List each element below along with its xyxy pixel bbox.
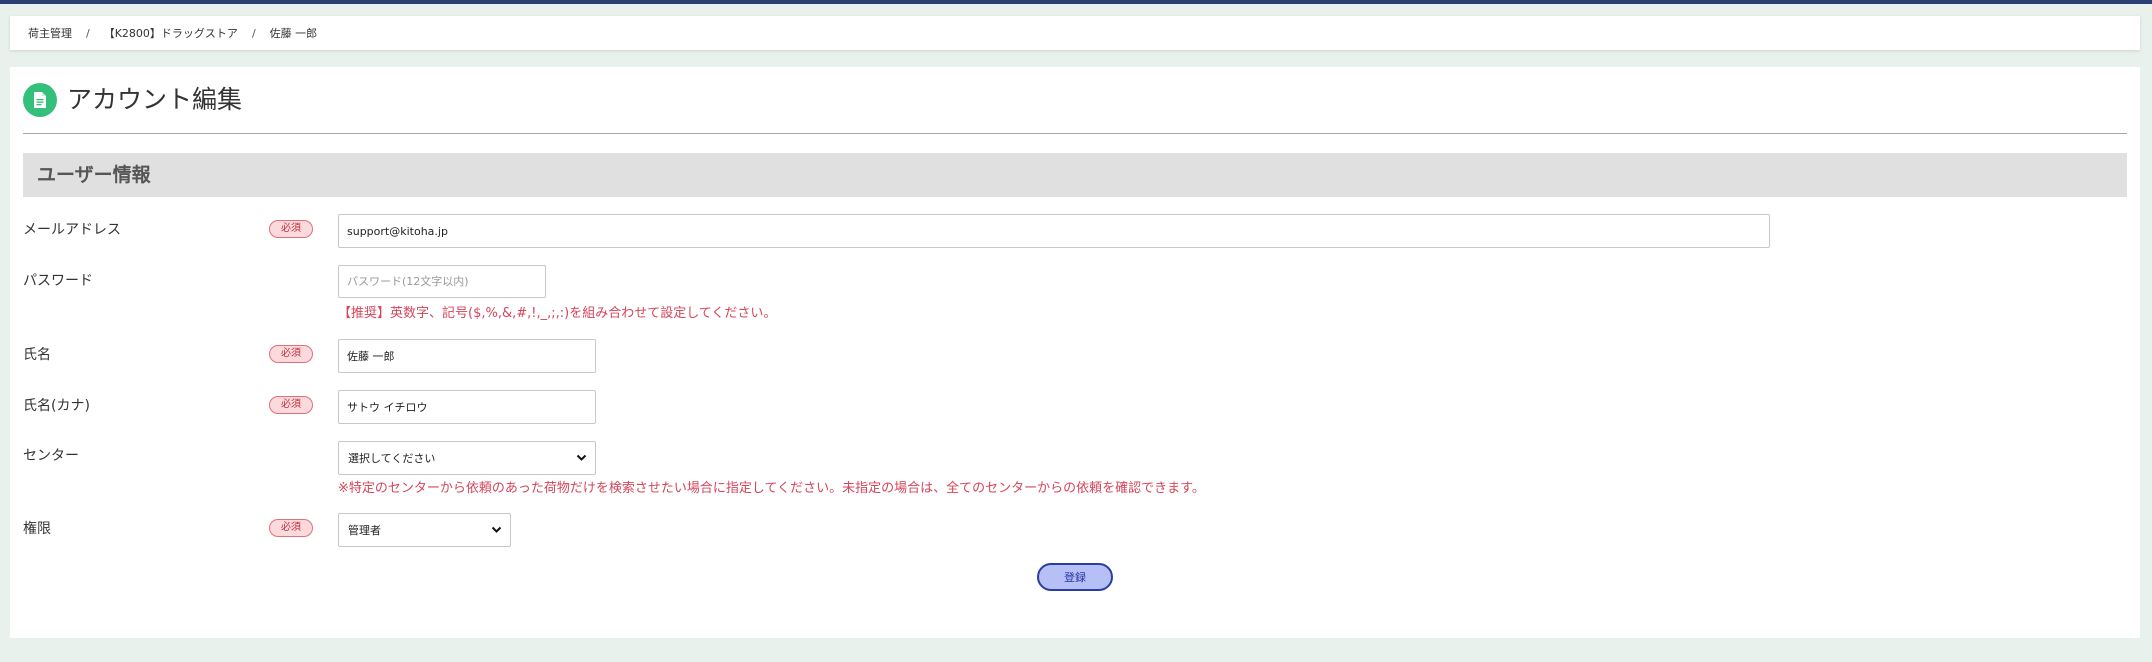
submit-button[interactable]: 登録 xyxy=(1037,563,1113,591)
breadcrumb-item-shipper[interactable]: 荷主管理 xyxy=(28,25,72,41)
role-label: 権限 xyxy=(23,521,51,537)
required-badge: 必須 xyxy=(269,396,313,414)
center-label: センター xyxy=(23,448,79,464)
chevron-down-icon xyxy=(491,524,502,537)
role-select[interactable]: 管理者 xyxy=(338,513,511,547)
breadcrumb-item-current: 佐藤 一郎 xyxy=(269,27,318,40)
role-select-value: 管理者 xyxy=(348,524,381,537)
password-label: パスワード xyxy=(23,273,93,289)
required-badge: 必須 xyxy=(269,519,313,537)
name-field[interactable] xyxy=(338,339,596,373)
required-badge: 必須 xyxy=(269,220,313,238)
password-hint: 【推奨】英数字、記号($,%,&,#,!,_,;,:)を組み合わせて設定してくだ… xyxy=(338,306,777,321)
center-select[interactable]: 選択してください xyxy=(338,441,596,475)
name-kana-label: 氏名(カナ) xyxy=(23,398,90,414)
breadcrumb-separator: / xyxy=(251,26,256,40)
email-field[interactable] xyxy=(338,214,1770,248)
required-badge: 必須 xyxy=(269,345,313,363)
page-title: アカウント編集 xyxy=(67,85,243,114)
center-hint: ※特定のセンターから依頼のあった荷物だけを検索させたい場合に指定してください。未… xyxy=(338,481,1205,496)
email-label: メールアドレス xyxy=(23,222,121,238)
breadcrumb: 荷主管理 / 【K2800】ドラッグストア / 佐藤 一郎 xyxy=(10,16,2140,50)
center-select-value: 選択してください xyxy=(348,452,436,465)
document-icon xyxy=(23,83,57,117)
name-label: 氏名 xyxy=(23,347,51,363)
breadcrumb-item-store[interactable]: 【K2800】ドラッグストア xyxy=(104,25,238,41)
section-header: ユーザー情報 xyxy=(23,153,2127,197)
password-field[interactable] xyxy=(338,265,546,298)
breadcrumb-separator: / xyxy=(86,26,90,40)
title-divider xyxy=(23,133,2127,134)
name-kana-field[interactable] xyxy=(338,390,596,424)
top-accent-bar xyxy=(0,0,2152,4)
main-card: アカウント編集 ユーザー情報 メールアドレス 必須 パスワード 【推奨】英数字、… xyxy=(10,67,2140,638)
chevron-down-icon xyxy=(576,452,587,465)
